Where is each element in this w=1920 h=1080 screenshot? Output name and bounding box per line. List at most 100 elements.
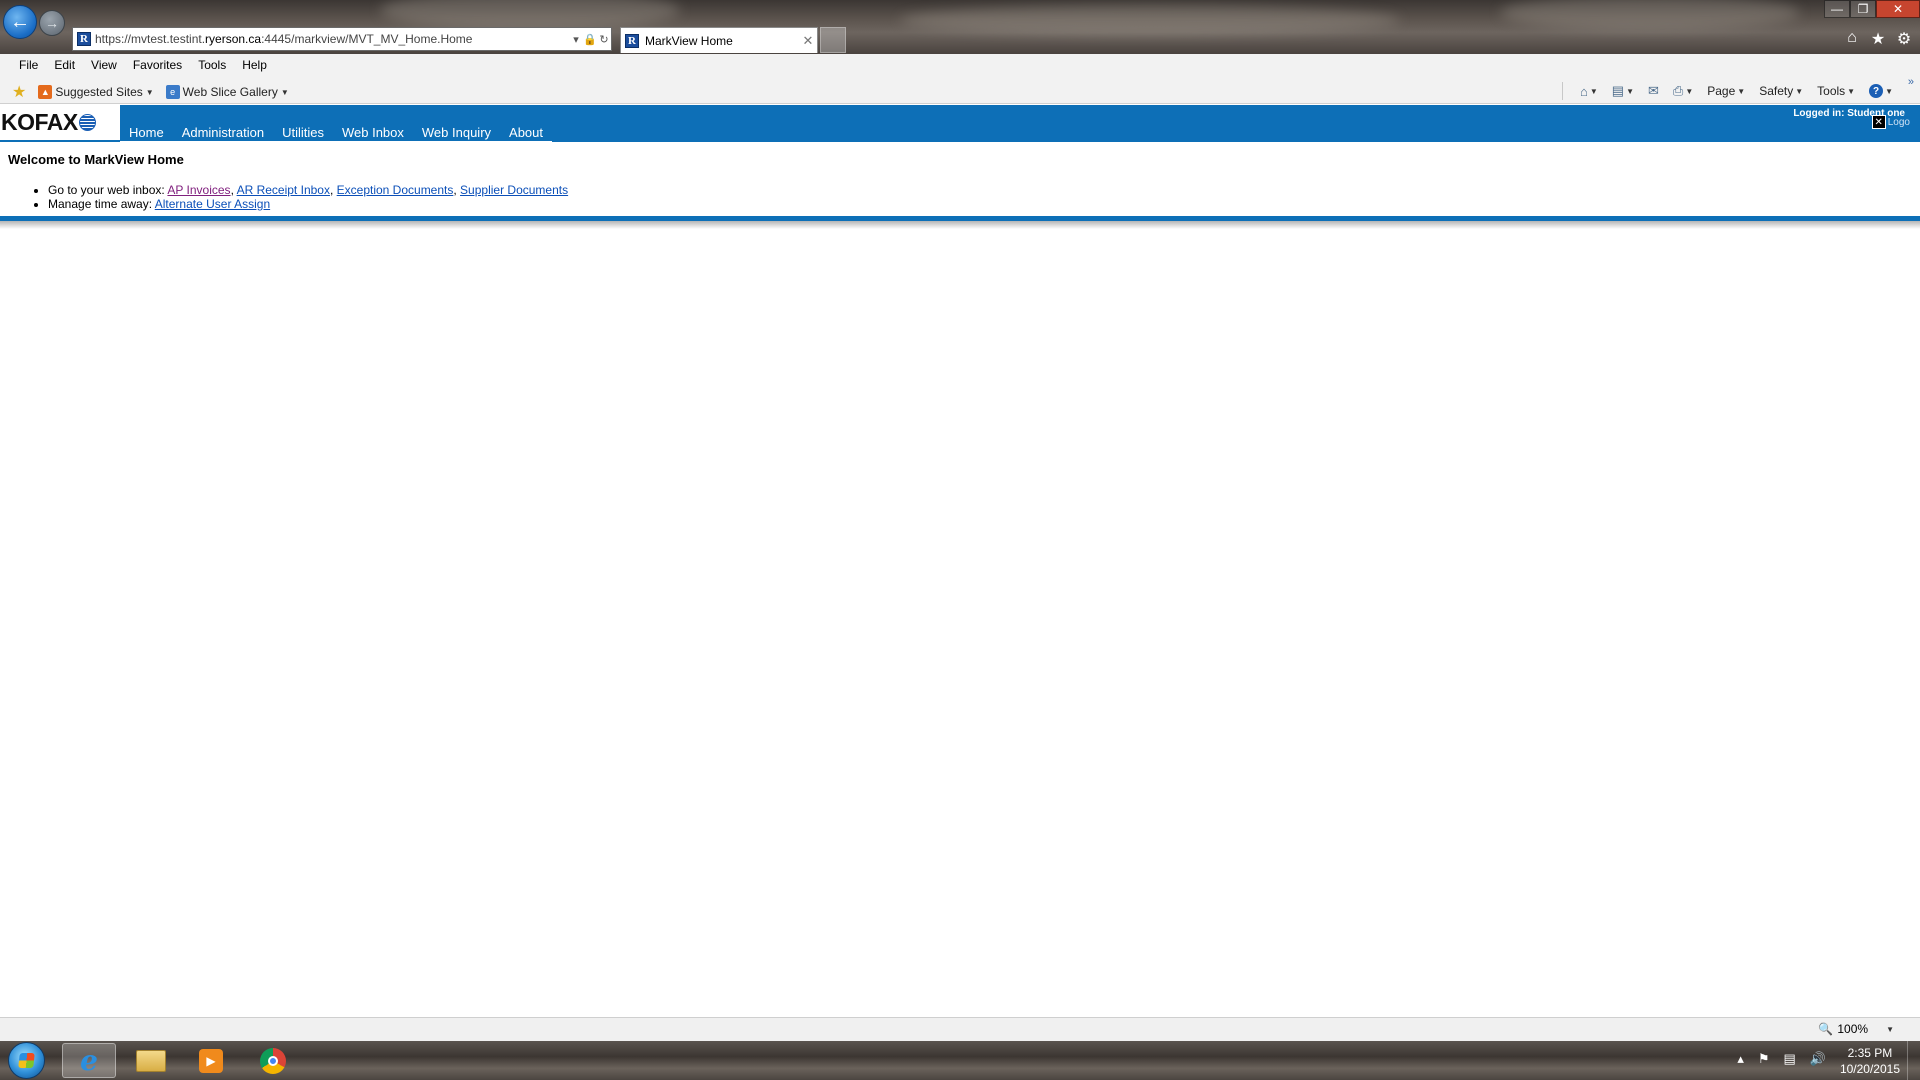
mail-icon: ✉ (1648, 83, 1659, 98)
chevron-down-icon: ▼ (1886, 1024, 1894, 1034)
menu-help[interactable]: Help (234, 58, 275, 72)
home-icon[interactable]: ⌂ (1844, 29, 1860, 49)
menu-file[interactable]: File (11, 58, 46, 72)
clock-date: 10/20/2015 (1839, 1062, 1900, 1076)
status-bar: 🔍 100% ▼ (0, 1017, 1920, 1041)
show-desktop-button[interactable] (1907, 1041, 1920, 1080)
web-slice-gallery-label: Web Slice Gallery (182, 85, 278, 99)
chevron-down-icon: ▼ (1847, 86, 1856, 96)
address-text[interactable]: https://mvtest.testint.ryerson.ca:4445/m… (95, 32, 569, 46)
zoom-level: 100% (1837, 1022, 1869, 1036)
home-page-button[interactable]: ⌂ ▼ (1575, 84, 1603, 99)
exception-documents-link[interactable]: Exception Documents (337, 183, 454, 197)
zoom-control[interactable]: 🔍 100% ▼ (1818, 1022, 1894, 1036)
logo-text: KOFAX (1, 109, 78, 135)
feeds-button[interactable]: ▤ ▼ (1607, 83, 1639, 99)
command-bar: ★ ▲ Suggested Sites ▼ e Web Slice Galler… (0, 76, 1920, 104)
folder-icon (136, 1049, 166, 1072)
close-tab-icon[interactable]: ✕ (799, 33, 817, 49)
new-tab-button[interactable] (820, 27, 846, 53)
chevron-double-right-icon[interactable]: » (1908, 76, 1914, 88)
ar-receipt-inbox-link[interactable]: AR Receipt Inbox (237, 183, 330, 197)
site-favicon-icon: R (77, 32, 91, 46)
url-host: ryerson.ca (205, 32, 262, 46)
help-icon: ? (1869, 84, 1884, 98)
nav-home[interactable]: Home (120, 125, 173, 141)
divider (1562, 82, 1563, 100)
command-buttons: ⌂ ▼ ▤ ▼ ✉ ⎙ ▼ Page ▼ Safety ▼ Tools ▼ ? ▼ (1562, 82, 1898, 100)
logout-button[interactable]: ✕ Logo (1871, 115, 1910, 129)
address-bar[interactable]: R https://mvtest.testint.ryerson.ca:4445… (72, 27, 612, 51)
list-item: Manage time away: Alternate User Assign (48, 197, 1908, 211)
minimize-window-button[interactable]: — (1824, 0, 1850, 18)
chevron-down-icon: ▼ (280, 87, 289, 97)
zoom-icon: 🔍 (1818, 1022, 1834, 1036)
tools-menu-label: Tools (1817, 84, 1846, 98)
taskbar-chrome[interactable] (246, 1043, 300, 1078)
content-footer-shadow (0, 221, 1920, 229)
tab-markview-home[interactable]: R MarkView Home ✕ (620, 27, 818, 53)
chevron-up-icon[interactable]: ▴ (1737, 1051, 1744, 1067)
nav-web-inquiry[interactable]: Web Inquiry (413, 125, 500, 141)
arrow-right-icon: → (45, 15, 59, 31)
nav-administration[interactable]: Administration (173, 125, 273, 141)
favorites-bar: ★ ▲ Suggested Sites ▼ e Web Slice Galler… (12, 82, 289, 102)
lock-icon[interactable]: 🔒 (583, 33, 597, 46)
window-controls: — ❐ ✕ (1824, 0, 1920, 18)
safety-menu-label: Safety (1759, 84, 1794, 98)
chrome-icon (260, 1047, 286, 1074)
list-item: Go to your web inbox: AP Invoices, AR Re… (48, 183, 1908, 197)
chevron-down-icon: ▼ (1737, 86, 1746, 96)
nav-web-inbox[interactable]: Web Inbox (333, 125, 413, 141)
safety-menu-button[interactable]: Safety ▼ (1754, 84, 1808, 98)
print-button[interactable]: ⎙ ▼ (1668, 83, 1698, 99)
network-icon[interactable]: ▤ (1784, 1051, 1796, 1067)
supplier-documents-link[interactable]: Supplier Documents (460, 183, 568, 197)
ap-invoices-link[interactable]: AP Invoices (167, 183, 230, 197)
taskbar: e ▶ ▴ ⚑ ▤ 🔊 2:35 PM 10/20/2015 (0, 1041, 1920, 1080)
start-button[interactable] (8, 1042, 45, 1079)
timeaway-prefix-text: Manage time away: (48, 197, 153, 211)
background-streak (380, 0, 680, 30)
taskbar-media-player[interactable]: ▶ (184, 1043, 238, 1078)
nav-utilities[interactable]: Utilities (273, 125, 333, 141)
suggested-sites-icon: ▲ (38, 85, 53, 99)
nav-about[interactable]: About (500, 125, 552, 141)
close-window-button[interactable]: ✕ (1876, 0, 1920, 18)
volume-icon[interactable]: 🔊 (1810, 1051, 1826, 1067)
menu-view[interactable]: View (83, 58, 125, 72)
forward-button[interactable]: → (39, 10, 65, 36)
back-button[interactable]: ← (3, 5, 37, 39)
refresh-icon[interactable]: ↻ (597, 33, 611, 46)
menu-bar: File Edit View Favorites Tools Help (0, 54, 1920, 76)
page-menu-button[interactable]: Page ▼ (1702, 84, 1750, 98)
address-dropdown-icon[interactable]: ▾ (569, 33, 583, 46)
help-menu-button[interactable]: ? ▼ (1864, 84, 1898, 98)
web-slice-gallery-button[interactable]: e Web Slice Gallery ▼ (165, 85, 289, 99)
tools-menu-button[interactable]: Tools ▼ (1812, 84, 1860, 98)
clock[interactable]: 2:35 PM 10/20/2015 (1840, 1045, 1900, 1077)
chevron-down-icon: ▼ (1685, 86, 1694, 96)
logout-label: Logo (1887, 116, 1910, 128)
main-content: Welcome to MarkView Home Go to your web … (8, 152, 1908, 211)
menu-favorites[interactable]: Favorites (125, 58, 190, 72)
taskbar-internet-explorer[interactable]: e (62, 1043, 116, 1078)
flag-icon[interactable]: ⚑ (1758, 1051, 1770, 1067)
inbox-prefix-text: Go to your web inbox: (48, 183, 165, 197)
read-mail-button[interactable]: ✉ (1643, 83, 1664, 99)
browser-titlebar: ← → R https://mvtest.testint.ryerson.ca:… (0, 0, 1920, 54)
suggested-sites-label: Suggested Sites (55, 85, 143, 99)
suggested-sites-button[interactable]: ▲ Suggested Sites ▼ (38, 85, 154, 99)
restore-window-button[interactable]: ❐ (1850, 0, 1876, 18)
arrow-left-icon: ← (10, 10, 30, 33)
alternate-user-assign-link[interactable]: Alternate User Assign (155, 197, 270, 211)
play-icon: ▶ (199, 1048, 223, 1073)
add-favorite-star-icon[interactable]: ★ (12, 82, 26, 102)
favorites-star-icon[interactable]: ★ (1870, 29, 1886, 49)
gear-icon[interactable]: ⚙ (1896, 29, 1912, 49)
taskbar-file-explorer[interactable] (124, 1043, 178, 1078)
menu-tools[interactable]: Tools (190, 58, 234, 72)
kofax-logo: KOFAX (0, 105, 120, 140)
close-icon: ✕ (1871, 115, 1886, 129)
menu-edit[interactable]: Edit (46, 58, 83, 72)
